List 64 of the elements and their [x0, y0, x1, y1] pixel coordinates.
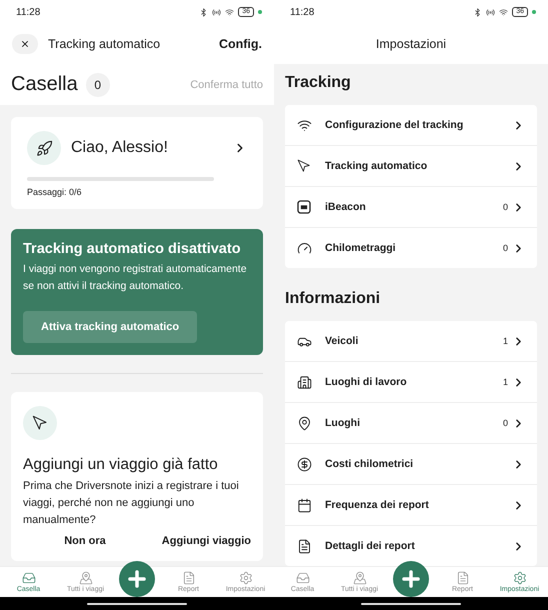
steps-text: Passaggi: 0/6 [27, 187, 83, 197]
gauge-icon [297, 240, 312, 256]
status-time: 11:28 [16, 6, 40, 18]
document-icon [297, 538, 312, 554]
wifi-icon [499, 8, 508, 16]
config-link[interactable]: Config. [218, 37, 262, 51]
coin-icon [297, 456, 312, 472]
item-count: 0 [502, 243, 508, 253]
wifi-icon [225, 8, 234, 16]
status-dot [258, 10, 262, 14]
building-icon [297, 374, 312, 390]
alert-title: Tracking automatico disattivato [23, 241, 242, 257]
suggestion-title: Aggiungi un viaggio già fatto [23, 456, 219, 474]
beacon-icon [297, 200, 311, 214]
section-title: Tracking [285, 73, 352, 93]
settings-item[interactable]: Configurazione del tracking [325, 119, 512, 131]
settings-item[interactable]: Frequenza dei report [325, 499, 512, 511]
inbox-icon [22, 571, 36, 585]
screen-title: Tracking automatico [48, 37, 160, 51]
status-time: 11:28 [290, 6, 314, 18]
rocket-icon [36, 140, 52, 156]
pin-icon [297, 416, 312, 430]
settings-icon [238, 571, 252, 585]
status-dot [532, 10, 536, 14]
inbox-count: 0 [86, 72, 110, 96]
map-pins-icon [78, 571, 92, 585]
greeting-card[interactable]: Ciao, Alessio! Passaggi: 0/6 [11, 117, 263, 209]
close-button[interactable] [12, 34, 38, 54]
suggestion-text: Prima che Driversnote inizi a registrare i tuoi viaggi, perché non ne aggiungi uno manualmente? [23, 479, 240, 528]
section-title: Informazioni [285, 289, 382, 309]
enable-tracking-button[interactable]: Attiva tracking automatico [23, 311, 198, 343]
text-button[interactable]: Aggiungi viaggio [162, 535, 251, 547]
item-count: 1 [502, 336, 508, 346]
settings-item[interactable]: Luoghi [325, 417, 503, 429]
add-button[interactable] [393, 561, 429, 597]
item-count: 0 [502, 418, 508, 428]
close-icon [20, 39, 30, 49]
text-button[interactable]: Non ora [64, 535, 106, 547]
item-count: 0 [502, 202, 508, 212]
document-icon [182, 571, 196, 585]
signal-icon [486, 8, 496, 16]
settings-item[interactable]: Dettagli dei report [325, 540, 512, 552]
arrow-icon [297, 159, 311, 173]
settings-icon [512, 571, 526, 585]
map-pins-icon [352, 571, 366, 585]
add-button[interactable] [119, 561, 155, 597]
settings-item[interactable]: Tracking automatico [325, 160, 512, 172]
inbox-title: Casella [11, 73, 78, 96]
item-count: 1 [502, 377, 508, 387]
signal-icon [212, 8, 222, 16]
settings-item[interactable]: iBeacon [325, 201, 503, 213]
inbox-icon [296, 571, 310, 585]
settings-item[interactable]: Luoghi di lavoro [325, 376, 503, 388]
bluetooth-icon [473, 8, 482, 16]
calendar-icon [297, 498, 312, 512]
settings-item[interactable]: Costi chilometrici [325, 458, 512, 470]
settings-item[interactable]: Chilometraggi [325, 242, 503, 254]
document-icon [456, 571, 470, 585]
bluetooth-icon [199, 8, 208, 16]
screen-title: Impostazioni [376, 37, 446, 51]
settings-item[interactable]: Veicoli [325, 335, 503, 347]
arrow-icon [32, 415, 48, 431]
alert-text: I viaggi non vengono registrati automaticamente se non attivi il tracking automatico. [23, 262, 248, 294]
greeting-text: Ciao, Alessio! [71, 139, 169, 157]
